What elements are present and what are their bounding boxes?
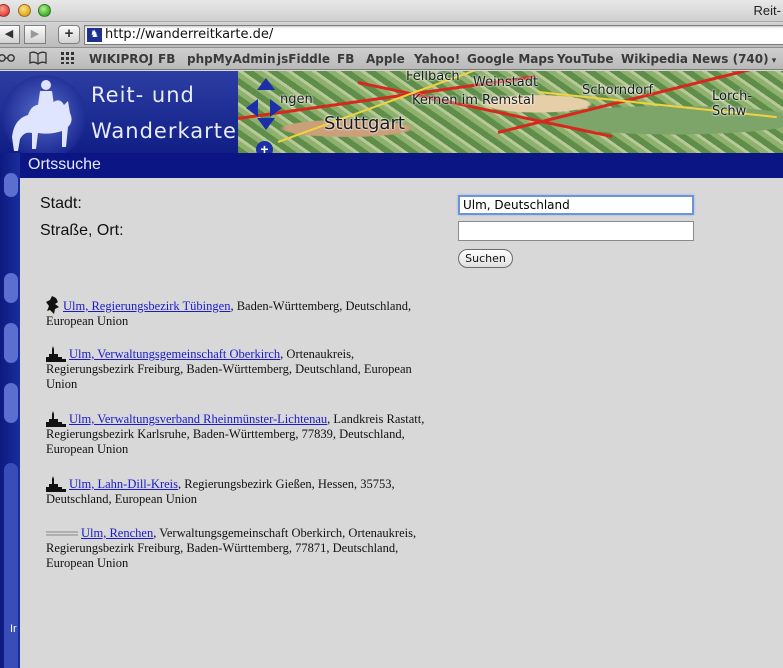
bookmark-jsfiddle[interactable]: jsFiddle — [277, 52, 330, 66]
pan-up-icon[interactable] — [257, 78, 275, 90]
town-icon — [46, 411, 66, 427]
pan-left-icon[interactable] — [246, 99, 258, 117]
result-link[interactable]: Ulm, Verwaltungsverband Rheinmünster-Lic… — [69, 412, 327, 426]
map-label-weinstadt: Weinstadt — [473, 75, 539, 90]
dialog-title: Ortssuche — [20, 153, 783, 178]
bookmarks-bar: WIKIPROJ FB phpMyAdmin jsFiddle FB Apple… — [0, 48, 783, 70]
bookmark-yahoo[interactable]: Yahoo! — [414, 52, 460, 66]
bookmark-youtube[interactable]: YouTube — [557, 52, 614, 66]
road-icon — [46, 531, 78, 536]
bookmark-news[interactable]: News (740) ▾ — [692, 52, 776, 66]
side-panel-text: Ir — [10, 623, 17, 635]
town-icon — [46, 346, 66, 362]
map-label-lorch: Lorch-Schw — [712, 89, 753, 119]
bookmark-apple[interactable]: Apple — [366, 52, 405, 66]
url-text[interactable]: http://wanderreitkarte.de/ — [105, 27, 273, 42]
book-icon[interactable] — [29, 51, 47, 68]
street-label: Straße, Ort: — [40, 222, 124, 239]
zoom-window-button[interactable] — [38, 4, 51, 17]
forward-button[interactable]: ▶ — [24, 25, 46, 44]
horse-rider-icon — [12, 80, 72, 151]
add-bookmark-button[interactable]: + — [58, 25, 80, 44]
result-link[interactable]: Ulm, Verwaltungsgemeinschaft Oberkirch — [69, 347, 280, 361]
map-label-kernen: Kernen im Remstal — [412, 93, 535, 108]
result-link[interactable]: Ulm, Regierungsbezirk Tübingen — [63, 299, 230, 313]
result-item: Ulm, Lahn-Dill-Kreis, Regierungsbezirk G… — [46, 476, 426, 507]
result-item: Ulm, Regierungsbezirk Tübingen, Baden-Wü… — [46, 296, 426, 329]
result-item: Ulm, Renchen, Verwaltungsgemeinschaft Ob… — [46, 526, 426, 571]
close-window-button[interactable] — [0, 4, 10, 17]
street-input[interactable] — [458, 221, 694, 241]
map-label-schorndorf: Schorndorf — [582, 83, 654, 98]
pan-down-icon[interactable] — [257, 118, 275, 130]
site-logo[interactable] — [2, 75, 86, 159]
minimize-window-button[interactable] — [18, 4, 31, 17]
region-icon — [46, 296, 59, 314]
town-icon — [46, 476, 66, 492]
browser-toolbar: ◀ ▶ + ♞ http://wanderreitkarte.de/ — [0, 22, 783, 48]
result-link[interactable]: Ulm, Renchen — [81, 526, 153, 540]
window-title: Reit- — [753, 3, 781, 18]
result-link[interactable]: Ulm, Lahn-Dill-Kreis — [69, 477, 178, 491]
bookmark-fb-2[interactable]: FB — [337, 52, 354, 66]
bookmark-phpmyadmin[interactable]: phpMyAdmin — [187, 52, 276, 66]
map-view[interactable]: Fellbach Weinstadt Schorndorf Lorch-Schw… — [237, 71, 783, 153]
city-label: Stadt: — [40, 195, 82, 212]
side-panel-edge: Ir — [0, 153, 20, 668]
bookmark-wikipedia[interactable]: Wikipedia — [621, 52, 688, 66]
site-favicon-icon: ♞ — [87, 28, 102, 42]
bookmark-wikiproj[interactable]: WIKIPROJ — [89, 52, 153, 66]
site-title-line2: Wanderkarte — [91, 119, 237, 143]
pan-right-icon[interactable] — [270, 99, 282, 117]
bookmark-fb[interactable]: FB — [158, 52, 175, 66]
city-input[interactable] — [458, 195, 694, 215]
site-title-line1: Reit- und — [91, 83, 195, 107]
window-titlebar: Reit- — [0, 0, 783, 22]
place-search-dialog: Ortssuche Stadt: Straße, Ort: Suchen Ulm… — [20, 153, 783, 668]
result-item: Ulm, Verwaltungsverband Rheinmünster-Lic… — [46, 411, 426, 457]
search-button[interactable]: Suchen — [458, 249, 513, 268]
result-item: Ulm, Verwaltungsgemeinschaft Oberkirch, … — [46, 346, 426, 392]
map-label-stuttgart: Stuttgart — [324, 113, 405, 134]
map-label-fellbach: Fellbach — [406, 71, 460, 84]
bookmark-google-maps[interactable]: Google Maps — [467, 52, 554, 66]
grid-icon[interactable] — [60, 51, 76, 68]
address-bar[interactable]: ♞ http://wanderreitkarte.de/ — [84, 25, 783, 45]
back-button[interactable]: ◀ — [0, 25, 20, 44]
page-viewport: Reit- und Wanderkarte Fellbach Weinstadt… — [0, 71, 783, 668]
site-header: Reit- und Wanderkarte — [0, 71, 238, 159]
glasses-icon[interactable] — [0, 51, 16, 68]
map-label-ngen: ngen — [280, 92, 313, 107]
